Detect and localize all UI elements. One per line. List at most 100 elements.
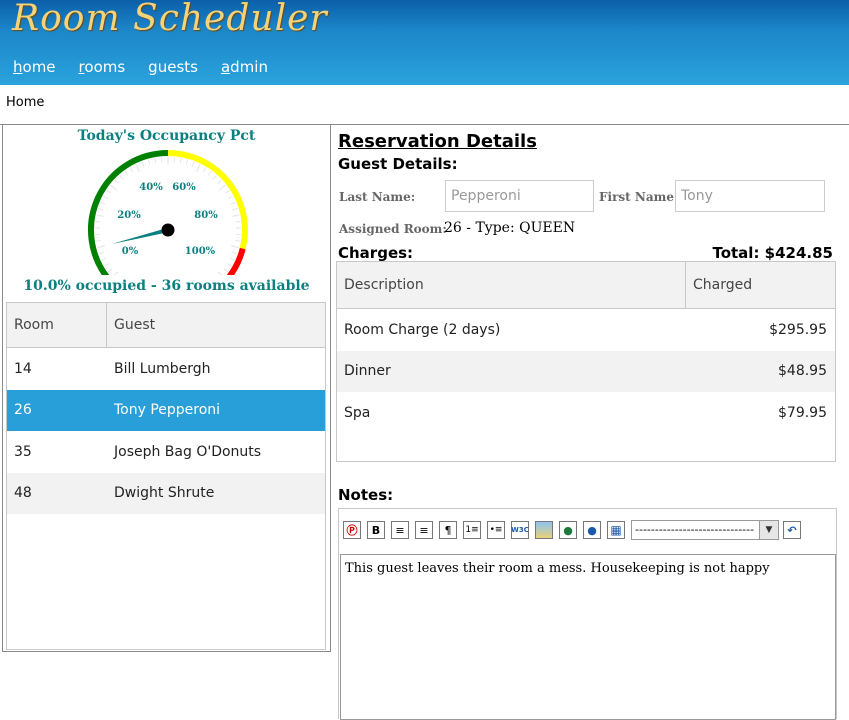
guest-cell: Bill Lumbergh	[114, 361, 211, 377]
nav-rooms[interactable]: rooms	[79, 58, 126, 76]
paste-icon[interactable]: Ⓟ	[343, 521, 361, 539]
nav-home[interactable]: home	[13, 58, 56, 76]
rooms-grid-header: Room Guest	[7, 303, 325, 348]
undo-icon[interactable]: ↶	[783, 521, 801, 539]
reservation-panel: Reservation Details Guest Details: Last …	[338, 124, 838, 719]
align-left-icon[interactable]: ≡	[391, 521, 409, 539]
unordered-list-icon[interactable]: •≡	[487, 521, 505, 539]
notes-heading: Notes:	[338, 486, 393, 504]
last-name-field[interactable]: Pepperoni	[445, 180, 594, 212]
table-row[interactable]: 14 Bill Lumbergh	[7, 348, 325, 390]
guest-cell: Joseph Bag O'Donuts	[114, 444, 261, 460]
gauge-tick	[120, 175, 123, 179]
gauge-tick	[227, 264, 231, 266]
w3c-validate-icon[interactable]: W3C	[511, 521, 529, 539]
gauge-label-100: 100%	[185, 246, 216, 257]
gauge-tick	[103, 196, 107, 198]
nav-home-label: ome	[23, 58, 56, 76]
gauge-tick	[224, 269, 228, 272]
gauge-tick	[102, 258, 107, 260]
nav-admin-accesskey: a	[221, 58, 230, 76]
gauge-label-80: 80%	[194, 210, 218, 221]
gauge-tick	[105, 264, 109, 266]
paragraph-icon[interactable]: ¶	[439, 521, 457, 539]
gauge-label-40: 40%	[139, 182, 163, 193]
bold-icon[interactable]: B	[367, 521, 385, 539]
first-name-field[interactable]: Tony	[675, 180, 825, 212]
column-header-description[interactable]: Description	[337, 262, 686, 308]
remove-link-icon[interactable]: ●	[583, 521, 601, 539]
table-row[interactable]: Dinner $48.95	[337, 351, 835, 393]
gauge-tick	[196, 164, 200, 171]
gauge-tick	[136, 164, 140, 171]
table-row[interactable]: Room Charge (2 days) $295.95	[337, 309, 835, 351]
table-row[interactable]: 48 Dwight Shrute	[7, 473, 325, 515]
gauge-tick	[192, 162, 194, 167]
table-row[interactable]: 35 Joseph Bag O'Donuts	[7, 431, 325, 473]
gauge-tick	[225, 190, 229, 193]
rooms-grid: Room Guest 14 Bill Lumbergh 26 Tony Pepp…	[6, 302, 326, 650]
room-cell: 14	[7, 361, 114, 377]
format-select[interactable]: ------------------------------ ▼	[631, 520, 779, 540]
align-right-icon[interactable]: ≡	[415, 521, 433, 539]
ordered-list-icon[interactable]: 1≡	[463, 521, 481, 539]
column-header-charged[interactable]: Charged	[686, 262, 752, 308]
format-select-value: ------------------------------	[635, 523, 754, 536]
gauge-tick	[148, 160, 149, 165]
guest-details-heading: Guest Details:	[338, 155, 458, 173]
occupancy-panel: Today's Occupancy Pct 0% 20% 40% 60% 80%…	[2, 124, 331, 652]
gauge-tick	[96, 221, 101, 222]
table-row[interactable]: Spa $79.95	[337, 392, 835, 434]
first-name-label: First Name:	[599, 190, 678, 204]
room-cell: 35	[7, 444, 114, 460]
gauge-tick	[110, 185, 116, 190]
gauge-tick	[218, 272, 224, 275]
charge-description: Room Charge (2 days)	[337, 322, 694, 338]
gauge-hub	[162, 224, 175, 237]
occupancy-summary: 10.0% occupied - 36 rooms available	[3, 278, 330, 294]
nav-home-accesskey: h	[13, 58, 23, 76]
gauge-tick	[107, 190, 111, 193]
notes-textarea[interactable]: This guest leaves their room a mess. Hou…	[340, 554, 836, 720]
nav-guests[interactable]: guests	[148, 58, 198, 76]
gauge-label-20: 20%	[117, 210, 141, 221]
gauge-tick	[180, 158, 181, 163]
gauge-tick	[97, 246, 105, 248]
column-header-guest[interactable]: Guest	[107, 303, 155, 347]
table-row-selected[interactable]: 26 Tony Pepperoni	[7, 390, 325, 432]
gauge-tick	[213, 175, 216, 179]
occupancy-gauge: 0% 20% 40% 60% 80% 100%	[83, 150, 253, 275]
gauge-tick	[96, 240, 101, 241]
nav-guests-accesskey: g	[148, 58, 158, 76]
gauge-tick	[236, 221, 241, 222]
breadcrumb: Home	[6, 95, 44, 110]
assigned-room-label: Assigned Room:	[339, 222, 447, 236]
gauge-arc-red	[227, 249, 243, 275]
main-nav: home rooms guests admin	[13, 58, 291, 76]
gauge-tick	[99, 252, 104, 254]
nav-admin[interactable]: admin	[221, 58, 268, 76]
gauge-tick	[108, 269, 112, 272]
guest-cell: Tony Pepperoni	[114, 402, 220, 418]
gauge-label-60: 60%	[172, 182, 196, 193]
insert-link-icon[interactable]: ●	[559, 521, 577, 539]
gauge-tick	[231, 246, 239, 248]
column-header-room[interactable]: Room	[7, 303, 107, 347]
gauge-tick	[235, 240, 240, 241]
assigned-room-value: 26 - Type: QUEEN	[444, 220, 575, 236]
gauge-tick	[218, 180, 222, 183]
insert-image-icon[interactable]	[535, 521, 553, 539]
gauge-needle	[112, 228, 169, 244]
gauge-tick	[232, 252, 237, 254]
insert-table-icon[interactable]: ▦	[607, 521, 625, 539]
gauge-tick	[112, 272, 118, 275]
gauge-tick	[186, 160, 187, 165]
gauge-tick	[232, 215, 240, 217]
nav-guests-label: uests	[158, 58, 198, 76]
breadcrumb-bar: Home	[0, 85, 849, 125]
nav-rooms-label: ooms	[84, 58, 125, 76]
guest-cell: Dwight Shrute	[114, 485, 214, 501]
gauge-tick	[98, 208, 103, 209]
charges-grid: Description Charged Room Charge (2 days)…	[336, 261, 836, 462]
chevron-down-icon[interactable]: ▼	[759, 521, 778, 539]
